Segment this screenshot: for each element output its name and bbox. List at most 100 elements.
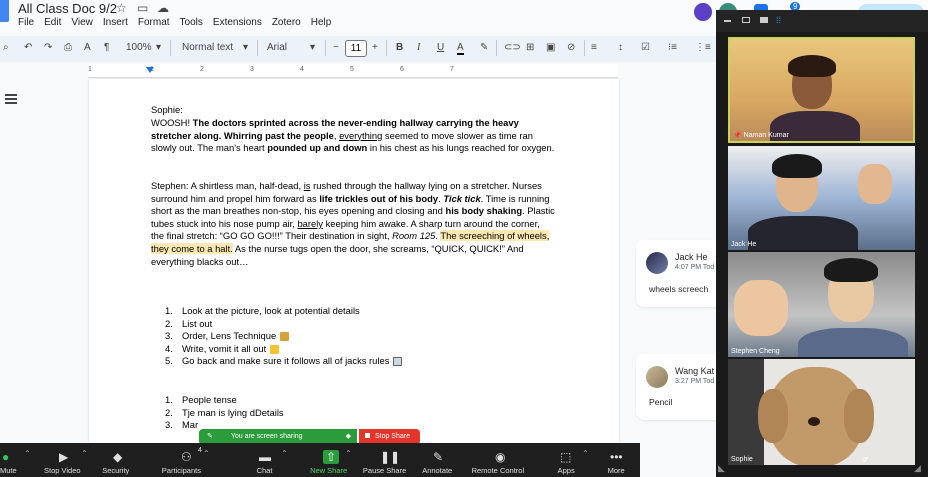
highlight-color-icon[interactable]: ✎ xyxy=(480,42,488,53)
list-item[interactable]: 2. Tje man is lying dDetails xyxy=(165,407,284,420)
list-number: 3. xyxy=(165,419,173,431)
list-number: 1. xyxy=(165,305,173,316)
chevron-down-icon: ▾ xyxy=(243,42,249,53)
list-item[interactable]: 1. People tense xyxy=(165,394,284,407)
comment-card[interactable]: Wang Kat 3:27 PM Tod Pencil xyxy=(636,354,718,420)
list-item[interactable]: 3. Order, Lens Technique xyxy=(165,330,402,343)
indent-marker[interactable] xyxy=(146,67,154,73)
chevron-up-icon[interactable]: ⌃ xyxy=(345,449,352,458)
chevron-down-icon: ▾ xyxy=(310,42,316,53)
list-number: 2. xyxy=(165,406,173,418)
minimize-icon[interactable] xyxy=(724,20,731,22)
print-icon[interactable]: ⎙ xyxy=(64,42,72,53)
text-run: pounded up and down xyxy=(267,142,368,154)
doc-paragraph-sophie[interactable]: WOOSH! The doctors sprinted across the n… xyxy=(151,117,555,155)
cloud-status-icon[interactable]: ☁ xyxy=(157,1,169,15)
comment-body: wheels screech xyxy=(649,284,709,294)
participant-body xyxy=(748,216,858,250)
list-item[interactable]: 4. Write, vomit it all out xyxy=(165,343,402,356)
paragraph-style-select[interactable]: Normal text xyxy=(182,42,233,53)
menu-item-file[interactable]: File xyxy=(18,17,34,28)
chevron-up-icon[interactable]: ⌃ xyxy=(203,449,210,458)
people-icon: ⚇ xyxy=(181,450,192,464)
menu-item-format[interactable]: Format xyxy=(138,17,170,28)
gallery-view-icon[interactable]: ⁞⁞ xyxy=(776,15,781,25)
menu-item-extensions[interactable]: Extensions xyxy=(213,17,262,28)
menu-item-edit[interactable]: Edit xyxy=(44,17,61,28)
menu-item-insert[interactable]: Insert xyxy=(103,17,128,28)
speaker-view-icon[interactable] xyxy=(760,17,768,23)
comment-card[interactable]: Jack He 4:07 PM Tod wheels screech xyxy=(636,240,718,307)
italic-icon[interactable]: I xyxy=(417,42,420,53)
pause-icon: ❚❚ xyxy=(380,450,401,464)
chevron-up-icon[interactable]: ⌃ xyxy=(81,449,88,458)
font-size-input[interactable]: 11 xyxy=(345,40,367,57)
bold-icon[interactable]: B xyxy=(396,42,403,53)
text-color-icon[interactable]: A xyxy=(457,42,464,55)
list-item-text: Go back and make sure it follows all of … xyxy=(182,355,390,367)
list-item[interactable]: 1. Look at the picture, look at potential… xyxy=(165,305,402,318)
spellcheck-icon[interactable]: A xyxy=(84,42,91,53)
numbered-list-notes[interactable]: 1. People tense 2. Tje man is lying dDetail… xyxy=(165,394,284,432)
decrease-font-size-icon[interactable]: − xyxy=(333,42,339,53)
menu-item-view[interactable]: View xyxy=(71,17,93,28)
menu-item-tools[interactable]: Tools xyxy=(180,17,203,28)
undo-icon[interactable]: ↶ xyxy=(24,42,32,53)
list-number: 1. xyxy=(165,394,173,405)
paint-format-icon[interactable]: ¶ xyxy=(104,42,109,53)
search-menus-icon[interactable]: ⌕ xyxy=(3,42,9,53)
list-number: 5. xyxy=(165,355,173,367)
video-tile-naman-kumar[interactable]: 📌 Naman Kumar xyxy=(728,37,915,143)
increase-font-size-icon[interactable]: + xyxy=(372,42,378,53)
insert-image-icon[interactable]: ▣ xyxy=(546,42,555,53)
commenter-avatar xyxy=(646,366,668,388)
video-tile-stephen-cheng[interactable]: Stephen Cheng xyxy=(728,252,915,357)
zoom-select[interactable]: 100% xyxy=(126,42,152,53)
menu-bar: File Edit View Insert Format Tools Extensions Z… xyxy=(18,17,341,28)
doc-paragraph-stephen[interactable]: Stephen: A shirtless man, half-dead, is … xyxy=(151,180,555,268)
list-item[interactable]: 2. List out xyxy=(165,318,402,331)
chevron-up-icon[interactable]: ⌃ xyxy=(24,449,31,458)
doc-paragraph-sophie-label[interactable]: Sophie: xyxy=(151,104,555,117)
insert-link-icon[interactable]: ⊂⊃ xyxy=(504,42,521,53)
video-tile-jack-he[interactable]: Jack He xyxy=(728,146,915,250)
resize-handle-icon[interactable]: ◣ xyxy=(718,463,725,474)
font-select[interactable]: Arial xyxy=(267,42,287,53)
add-comment-icon[interactable]: ⊞ xyxy=(526,42,534,53)
google-docs-logo-icon[interactable] xyxy=(0,0,9,22)
commenter-avatar xyxy=(646,252,668,274)
star-icon[interactable]: ☆ xyxy=(116,1,127,15)
list-number: 2. xyxy=(165,317,173,329)
align-icon[interactable]: ≡ xyxy=(591,42,597,53)
redo-icon[interactable]: ↷ xyxy=(44,42,52,53)
ruler-tick-label: 4 xyxy=(300,66,304,73)
list-item[interactable]: 5. Go back and make sure it follows all o… xyxy=(165,355,403,368)
chevron-up-icon[interactable]: ⌃ xyxy=(582,449,589,458)
comment-body: Pencil xyxy=(649,397,673,407)
document-title[interactable]: All Class Doc 9/2 xyxy=(18,1,117,16)
commenter-name: Wang Kat xyxy=(675,366,715,376)
horizontal-ruler[interactable]: 11234567 xyxy=(88,64,618,78)
clear-formatting-icon[interactable]: ⊘ xyxy=(567,42,575,53)
ruler-tick-label: 2 xyxy=(200,66,204,73)
toolbar-button-label: Annotate xyxy=(422,466,453,475)
line-spacing-icon[interactable]: ↕ xyxy=(618,42,623,53)
resize-handle-icon[interactable]: ◢ xyxy=(914,463,921,474)
menu-item-help[interactable]: Help xyxy=(311,17,332,28)
tile-extra-label: gr xyxy=(862,456,869,463)
waving-hand xyxy=(858,164,892,204)
view-toggle-icon[interactable] xyxy=(742,17,750,23)
video-tile-sophie[interactable]: Sophie gr xyxy=(728,359,915,465)
numbered-list-icon[interactable]: ⋮≡ xyxy=(695,42,711,53)
bulleted-list-icon[interactable]: ⁝≡ xyxy=(668,42,677,53)
checklist-icon[interactable]: ☑ xyxy=(641,42,650,53)
ruler-tick-label: 5 xyxy=(350,66,354,73)
user-avatar[interactable] xyxy=(694,3,712,21)
numbered-list-steps[interactable]: 1. Look at the picture, look at potential… xyxy=(165,305,403,368)
underline-icon[interactable]: U xyxy=(437,42,444,53)
chevron-up-icon[interactable]: ⌃ xyxy=(281,449,288,458)
menu-item-zotero[interactable]: Zotero xyxy=(272,17,301,28)
move-folder-icon[interactable]: ▭ xyxy=(137,1,148,15)
document-outline-icon[interactable] xyxy=(5,94,17,104)
text-run: his body shaking xyxy=(445,205,523,217)
